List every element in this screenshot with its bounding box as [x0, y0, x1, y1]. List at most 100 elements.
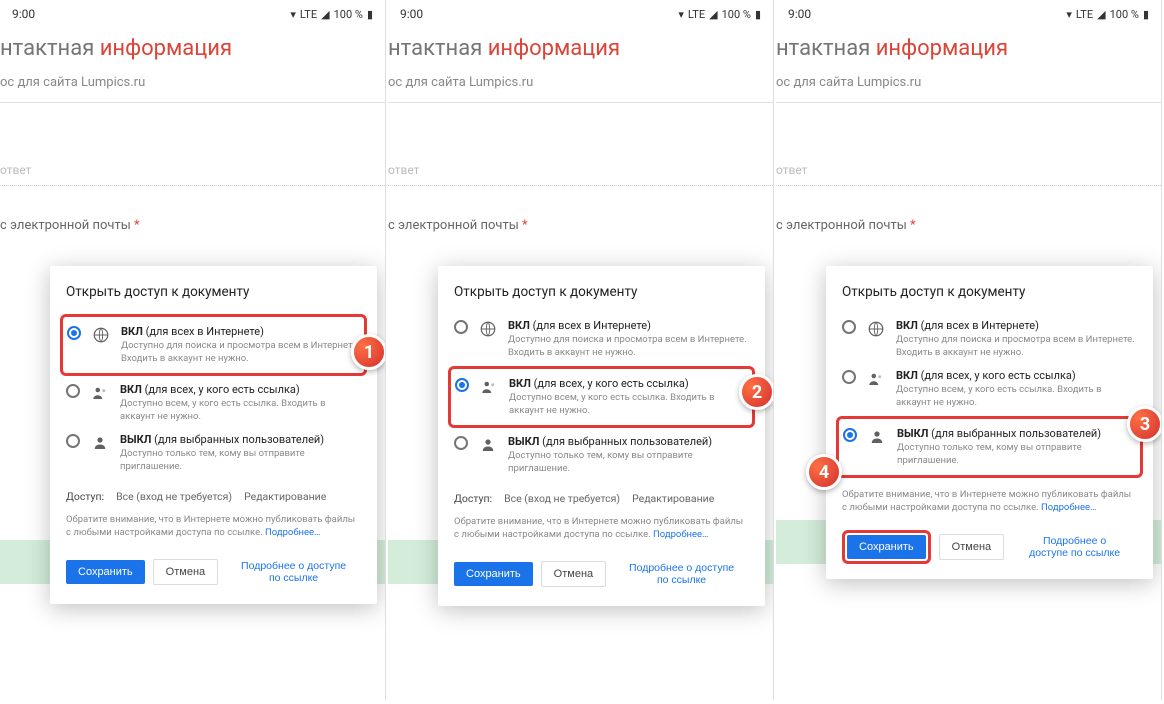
email-label: с электронной почты *: [388, 186, 773, 241]
radio-link[interactable]: [66, 384, 80, 398]
more-link[interactable]: Подробнее о доступе по ссылке: [226, 554, 361, 590]
button-row: Сохранить Отмена Подробнее о доступе по …: [66, 554, 361, 590]
option-private-title: ВЫКЛ (для выбранных пользователей): [897, 427, 1136, 441]
access-label: Доступ:: [66, 490, 104, 503]
answer-placeholder: ответ: [388, 103, 773, 186]
option-public-desc: Доступно для поиска и просмотра всем в И…: [121, 340, 360, 365]
access-who[interactable]: Все (вход не требуется): [504, 492, 620, 505]
person-icon: [90, 433, 110, 453]
status-time: 9:00: [788, 7, 1066, 21]
option-link-desc: Доступно всем, у кого есть ссылка. Входи…: [896, 384, 1137, 409]
lte-label: LTE: [300, 8, 317, 21]
badge-3: 3: [1127, 406, 1162, 442]
access-who[interactable]: Все (вход не требуется): [116, 490, 232, 503]
save-button[interactable]: Сохранить: [66, 560, 145, 584]
access-mode[interactable]: Редактирование: [244, 490, 326, 503]
more-link[interactable]: Подробнее о доступе по ссылке: [1012, 529, 1137, 565]
radio-link[interactable]: [455, 378, 469, 392]
answer-placeholder: ответ: [776, 103, 1161, 186]
battery-icon: ▮: [755, 8, 761, 21]
answer-placeholder: ответ: [0, 103, 385, 186]
signal-icon: ◢: [1097, 8, 1105, 21]
badge-4: 4: [806, 454, 842, 490]
option-public[interactable]: ВКЛ (для всех в Интернете) Доступно для …: [454, 314, 749, 364]
share-dialog: Открыть доступ к документу ВКЛ (для всех…: [438, 266, 765, 606]
link-people-icon: [866, 369, 886, 389]
option-link[interactable]: ВКЛ (для всех, у кого есть ссылка) Досту…: [66, 378, 361, 428]
radio-private[interactable]: [454, 436, 468, 450]
save-button[interactable]: Сохранить: [454, 562, 533, 586]
option-link-desc: Доступно всем, у кого есть ссылка. Входи…: [120, 398, 361, 423]
option-link-title: ВКЛ (для всех, у кого есть ссылка): [896, 369, 1137, 383]
battery-label: 100 %: [334, 8, 363, 21]
form-subtitle: ос для сайта Lumpics.ru: [776, 69, 1161, 103]
radio-link[interactable]: [842, 370, 856, 384]
note-link[interactable]: Подробнее…: [653, 529, 708, 540]
battery-icon: ▮: [1143, 8, 1149, 21]
access-row: Доступ: Все (вход не требуется) Редактир…: [66, 490, 361, 503]
option-public-title: ВКЛ (для всех в Интернете): [508, 319, 749, 333]
option-link[interactable]: ВКЛ (для всех, у кого есть ссылка) Досту…: [455, 372, 748, 422]
option-public[interactable]: ВКЛ (для всех в Интернете) Доступно для …: [67, 320, 360, 370]
badge-1: 1: [351, 334, 386, 370]
email-label: с электронной почты *: [0, 186, 385, 241]
lte-label: LTE: [688, 8, 705, 21]
globe-icon: [866, 319, 886, 339]
badge-2: 2: [739, 374, 774, 410]
option-public-title: ВКЛ (для всех в Интернете): [121, 325, 360, 339]
option-private[interactable]: ВЫКЛ (для выбранных пользователей) Досту…: [843, 422, 1136, 472]
radio-public[interactable]: [842, 320, 856, 334]
option-highlight-3: ВЫКЛ (для выбранных пользователей) Досту…: [836, 416, 1143, 478]
radio-private[interactable]: [66, 434, 80, 448]
signal-icon: ◢: [709, 8, 717, 21]
radio-private[interactable]: [843, 428, 857, 442]
wifi-icon: ▾: [678, 8, 684, 21]
option-private-title: ВЫКЛ (для выбранных пользователей): [120, 433, 361, 447]
signal-icon: ◢: [321, 8, 329, 21]
battery-icon: ▮: [367, 8, 373, 21]
option-link-title: ВКЛ (для всех, у кого есть ссылка): [509, 377, 748, 391]
form-subtitle: ос для сайта Lumpics.ru: [388, 69, 773, 103]
page-title: нтактная информация: [776, 36, 1161, 69]
access-row: Доступ: Все (вход не требуется) Редактир…: [454, 492, 749, 505]
option-private[interactable]: ВЫКЛ (для выбранных пользователей) Досту…: [454, 430, 749, 480]
option-public-desc: Доступно для поиска и просмотра всем в И…: [508, 334, 749, 359]
save-button[interactable]: Сохранить: [847, 535, 926, 559]
lte-label: LTE: [1076, 8, 1093, 21]
link-people-icon: [479, 377, 499, 397]
email-label: с электронной почты *: [776, 186, 1161, 241]
save-highlight: Сохранить: [842, 530, 931, 564]
option-link-desc: Доступно всем, у кого есть ссылка. Входи…: [509, 392, 748, 417]
dialog-note: Обратите внимание, что в Интернете можно…: [454, 515, 749, 542]
status-bar: 9:00 ▾ LTE ◢ 100 % ▮: [388, 0, 773, 28]
radio-public[interactable]: [454, 320, 468, 334]
form-background: нтактная информация ос для сайта Lumpics…: [388, 28, 773, 241]
person-icon: [478, 435, 498, 455]
access-label: Доступ:: [454, 492, 492, 505]
battery-label: 100 %: [722, 8, 751, 21]
form-subtitle: ос для сайта Lumpics.ru: [0, 69, 385, 103]
status-time: 9:00: [12, 7, 290, 21]
cancel-button[interactable]: Отмена: [153, 559, 218, 585]
option-link[interactable]: ВКЛ (для всех, у кого есть ссылка) Досту…: [842, 364, 1137, 414]
option-public[interactable]: ВКЛ (для всех в Интернете) Доступно для …: [842, 314, 1137, 364]
radio-public[interactable]: [67, 326, 81, 340]
option-private[interactable]: ВЫКЛ (для выбранных пользователей) Досту…: [66, 428, 361, 478]
phone-screen-2: 9:00 ▾ LTE ◢ 100 % ▮ нтактная информация…: [388, 0, 774, 700]
wifi-icon: ▾: [1066, 8, 1072, 21]
cancel-button[interactable]: Отмена: [939, 534, 1004, 560]
option-public-desc: Доступно для поиска и просмотра всем в И…: [896, 334, 1137, 359]
access-mode[interactable]: Редактирование: [632, 492, 714, 505]
option-highlight-1: ВКЛ (для всех в Интернете) Доступно для …: [60, 314, 367, 376]
note-link[interactable]: Подробнее…: [265, 527, 320, 538]
note-link[interactable]: Подробнее…: [1041, 502, 1096, 513]
button-row: Сохранить Отмена Подробнее о доступе по …: [842, 529, 1137, 565]
status-icons: ▾ LTE ◢ 100 % ▮: [290, 8, 373, 21]
option-highlight-2: ВКЛ (для всех, у кого есть ссылка) Досту…: [448, 366, 755, 428]
status-time: 9:00: [400, 7, 678, 21]
more-link[interactable]: Подробнее о доступе по ссылке: [614, 556, 749, 592]
option-private-desc: Доступно только тем, кому вы отправите п…: [897, 442, 1136, 467]
form-background: нтактная информация ос для сайта Lumpics…: [776, 28, 1161, 241]
phone-screen-1: 9:00 ▾ LTE ◢ 100 % ▮ нтактная информация…: [0, 0, 386, 700]
cancel-button[interactable]: Отмена: [541, 561, 606, 587]
